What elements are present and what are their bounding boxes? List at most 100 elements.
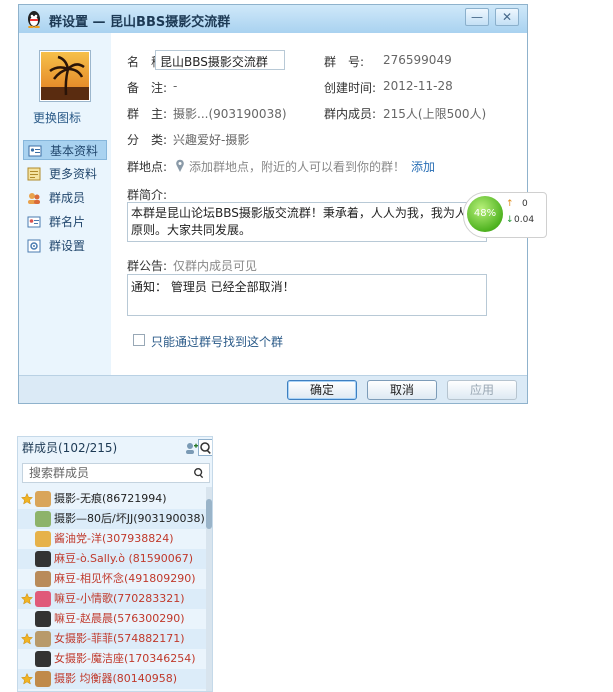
group-number-label: 群 号: <box>324 55 365 69</box>
add-location-link[interactable]: 添加 <box>411 158 435 175</box>
admin-star-icon <box>21 493 33 505</box>
member-list-scrollbar[interactable] <box>206 487 212 691</box>
member-name: 麻豆-ò.Sally.ò (81590067) <box>54 552 194 565</box>
notice-hint: 仅群内成员可见 <box>173 259 258 273</box>
members-count-label: 群内成员: <box>324 107 377 121</box>
member-avatar <box>35 531 51 547</box>
note-label: 备 注: <box>127 81 168 95</box>
created-label: 创建时间: <box>324 81 377 95</box>
member-avatar <box>35 511 51 527</box>
admin-star-icon <box>21 593 33 605</box>
dialog-footer: 确定 取消 应用 <box>19 375 527 403</box>
nav-name-card[interactable]: 群名片 <box>23 212 107 232</box>
group-number-value: 276599049 <box>383 53 452 67</box>
member-avatar <box>35 591 51 607</box>
category-value: 兴趣爱好-摄影 <box>173 133 250 147</box>
location-label: 群地点: <box>127 160 168 174</box>
member-avatar <box>35 551 51 567</box>
upload-speed: 0 <box>522 199 528 209</box>
member-row[interactable]: 摄影—80后/坏JJ(903190038) <box>18 509 208 529</box>
search-icon <box>194 468 204 479</box>
group-intro-textarea[interactable]: 本群是昆山论坛BBS摄影版交流群！秉承着，人人为我，我为人人原则。大家共同发展。 <box>127 202 487 242</box>
search-icon <box>200 442 211 454</box>
change-icon-link[interactable]: 更换图标 <box>33 109 81 126</box>
members-count-value: 215人(上限500人) <box>383 107 487 121</box>
group-notice-textarea[interactable]: 通知： 管理员 已经全部取消！ <box>127 274 487 316</box>
nav-label: 群名片 <box>49 215 86 229</box>
nav-basic-info[interactable]: 基本资料 <box>23 140 107 160</box>
apply-button[interactable]: 应用 <box>447 380 517 400</box>
member-row[interactable]: 酱油党-洋(307938824) <box>18 529 208 549</box>
download-arrow-icon: ↓ <box>506 215 514 225</box>
member-avatar <box>35 631 51 647</box>
member-name: 摄影 均衡器(80140958) <box>54 672 178 685</box>
members-header: 群成员(102/215) <box>18 437 212 459</box>
nav-group-settings[interactable]: 群设置 <box>23 236 107 256</box>
ok-button[interactable]: 确定 <box>287 380 357 400</box>
minimize-button[interactable]: — <box>465 8 489 26</box>
member-row[interactable]: 麻豆-ò.Sally.ò (81590067) <box>18 549 208 569</box>
member-avatar <box>35 651 51 667</box>
note-value: - <box>173 79 178 93</box>
member-name: 女摄影-魔洁座(170346254) <box>54 652 196 665</box>
members-count-title: 群成员(102/215) <box>22 441 118 455</box>
nav-label: 群设置 <box>49 239 86 253</box>
members-icon <box>28 193 40 204</box>
group-members-panel: 群成员(102/215) 搜索群成员 摄影-无痕(86721994) 摄影—80后… <box>17 436 213 692</box>
search-toggle-button[interactable] <box>198 439 212 456</box>
member-name: 摄影-无痕(86721994) <box>54 492 167 505</box>
member-row[interactable]: 女摄影-魔洁座(170346254) <box>18 649 208 669</box>
member-name: 摄影—80后/坏JJ(903190038) <box>54 512 205 525</box>
download-speed: 0.04 <box>514 215 535 225</box>
scrollbar-thumb[interactable] <box>206 499 212 529</box>
more-info-icon <box>27 167 41 181</box>
member-row[interactable]: 摄影 均衡器(80140958) <box>18 669 208 689</box>
member-name: 嘛豆-小情歌(770283321) <box>54 592 185 605</box>
created-value: 2012-11-28 <box>383 79 453 93</box>
nav-label: 更多资料 <box>49 167 98 181</box>
member-row[interactable]: 女摄影-菲菲(574882171) <box>18 629 208 649</box>
location-hint: 添加群地点，附近的人可以看到你的群！ <box>189 160 406 174</box>
group-avatar[interactable] <box>39 50 91 102</box>
group-settings-dialog: 群设置 — 昆山BBS摄影交流群 — ✕ 更换图标 基本资料 更多资料 群成员 … <box>18 4 528 404</box>
palm-tree-avatar-icon <box>41 52 89 100</box>
find-by-number-checkbox[interactable] <box>133 334 145 346</box>
member-avatar <box>35 491 51 507</box>
minimize-icon: — <box>471 10 483 24</box>
nav-more-info[interactable]: 更多资料 <box>23 164 107 184</box>
dialog-title: 群设置 — 昆山BBS摄影交流群 <box>49 15 231 30</box>
close-button[interactable]: ✕ <box>495 8 519 26</box>
member-avatar <box>35 671 51 687</box>
add-member-icon[interactable] <box>184 441 198 455</box>
qq-penguin-icon <box>28 11 40 28</box>
sidebar: 更换图标 基本资料 更多资料 群成员 群名片 群设置 <box>19 33 111 375</box>
nav-label: 基本资料 <box>50 144 99 158</box>
network-speed-widget[interactable]: 48% ↑ 0 ↓ 0.04 <box>463 192 547 238</box>
member-row[interactable]: 嘛豆-小情歌(770283321) <box>18 589 208 609</box>
location-pin-icon <box>176 159 184 172</box>
name-card-icon <box>27 216 41 228</box>
close-icon: ✕ <box>501 10 513 24</box>
nav-members[interactable]: 群成员 <box>23 188 107 208</box>
cancel-button[interactable]: 取消 <box>367 380 437 400</box>
group-name-input[interactable]: 昆山BBS摄影交流群 <box>155 50 285 70</box>
member-search-input[interactable]: 搜索群成员 <box>22 463 210 483</box>
profile-card-icon <box>28 145 42 157</box>
nav-label: 群成员 <box>49 191 86 205</box>
member-name: 麻豆-相见怀念(491809290) <box>54 572 196 585</box>
member-name: 女摄影-菲菲(574882171) <box>54 632 185 645</box>
owner-label: 群 主: <box>127 107 168 121</box>
member-row[interactable]: 麻豆-相见怀念(491809290) <box>18 569 208 589</box>
member-name: 酱油党-洋(307938824) <box>54 532 174 545</box>
category-label: 分 类: <box>127 133 168 147</box>
member-search-placeholder: 搜索群成员 <box>29 466 90 480</box>
title-bar[interactable]: 群设置 — 昆山BBS摄影交流群 — ✕ <box>19 5 527 33</box>
member-avatar <box>35 611 51 627</box>
member-row[interactable]: 嘛豆-赵晨晨(576300290) <box>18 609 208 629</box>
member-row[interactable]: 摄影-无痕(86721994) <box>18 489 208 509</box>
admin-star-icon <box>21 633 33 645</box>
settings-icon <box>27 239 41 253</box>
intro-label: 群简介: <box>127 188 168 202</box>
notice-label: 群公告: <box>127 259 168 273</box>
owner-value: 摄影...(903190038) <box>173 107 287 121</box>
